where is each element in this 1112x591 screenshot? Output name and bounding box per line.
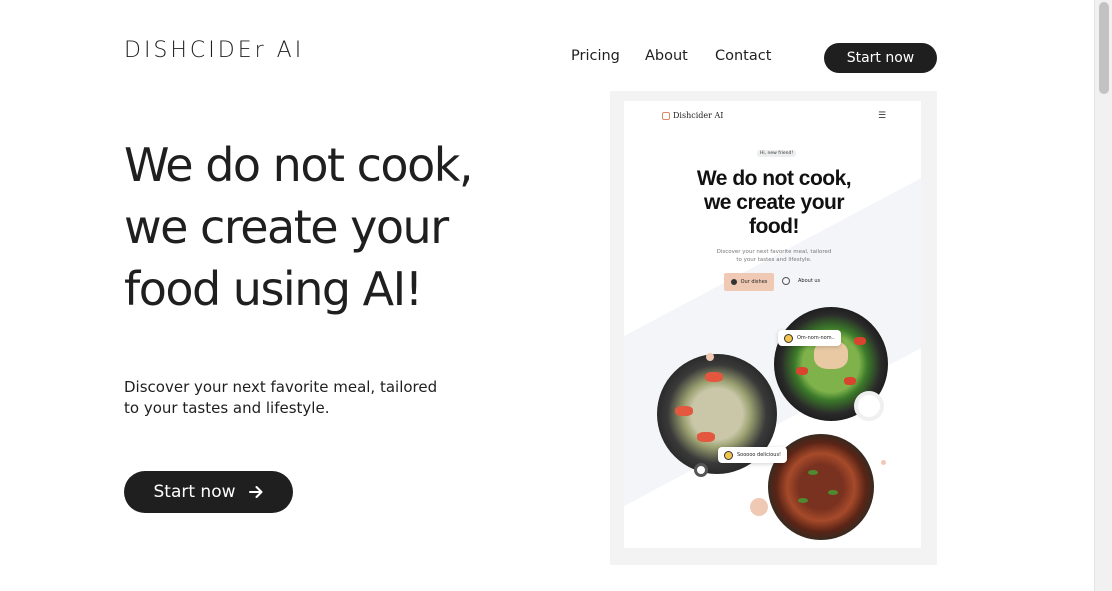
preview-our-dishes-label: Our dishes (740, 279, 768, 285)
preview-page: Dishcider AI ☰ Hi, new friend! We do not… (624, 101, 921, 548)
nav-link-contact[interactable]: Contact (715, 48, 771, 64)
nav-link-about[interactable]: About (645, 48, 688, 64)
dish-icon (730, 279, 737, 285)
preview-title: We do not cook, we create your food! (664, 167, 884, 239)
preview-badge: Hi, new friend! (757, 150, 797, 157)
preview-frame: Dishcider AI ☰ Hi, new friend! We do not… (610, 91, 937, 565)
hero-title-line: food using AI! (124, 262, 423, 316)
preview-logo-icon (662, 111, 670, 120)
decor-ring (694, 463, 708, 477)
smile-emoji-icon (784, 333, 793, 343)
hero-subtitle-line: to your tastes and lifestyle. (124, 399, 330, 417)
hero-title-line: We do not cook, (124, 138, 473, 192)
preview-our-dishes-button: Our dishes (724, 273, 774, 291)
preview-logo: Dishcider AI (662, 111, 723, 120)
star-eyes-emoji-icon (724, 450, 733, 460)
nav-link-pricing[interactable]: Pricing (571, 48, 620, 64)
header-start-now-button[interactable]: Start now (824, 43, 937, 73)
preview-subtitle-line: Discover your next favorite meal, tailor… (716, 249, 832, 255)
check-circle-icon (782, 277, 790, 285)
preview-subtitle: Discover your next favorite meal, tailor… (694, 248, 854, 264)
preview-subtitle-line: to your tastes and lifestyle. (736, 257, 812, 263)
reaction-bubble-text: Om-nom-nom.. (797, 335, 835, 341)
reaction-bubble: Sooooo delicious! (718, 447, 788, 463)
hero-title: We do not cook, we create your food usin… (124, 134, 544, 320)
decor-ring (854, 391, 884, 421)
preview-about-label: About us (798, 278, 821, 284)
hero-start-now-button[interactable]: Start now (124, 471, 293, 513)
preview-about-link: About us (782, 277, 820, 285)
preview-title-line: food! (749, 215, 799, 238)
arrow-right-icon (248, 486, 262, 498)
vertical-scrollbar[interactable] (1094, 0, 1112, 591)
reaction-bubble-text: Sooooo delicious! (737, 452, 782, 458)
decor-dot (706, 353, 714, 361)
hero-cta-label: Start now (153, 482, 236, 502)
decor-dot (750, 498, 768, 516)
preview-logo-text: Dishcider AI (673, 111, 724, 120)
reaction-bubble: Om-nom-nom.. (778, 330, 841, 346)
brand-logo[interactable]: DISHCIDEr AI (124, 38, 304, 63)
hero-subtitle-line: Discover your next favorite meal, tailor… (124, 378, 438, 396)
hamburger-menu-icon: ☰ (878, 111, 887, 121)
scrollbar-thumb[interactable] (1099, 2, 1109, 94)
hero-title-line: we create your (124, 200, 449, 254)
decor-dot (881, 460, 886, 465)
preview-title-line: We do not cook, (696, 167, 852, 190)
hero-subtitle: Discover your next favorite meal, tailor… (124, 377, 444, 419)
preview-title-line: we create your (703, 191, 845, 214)
